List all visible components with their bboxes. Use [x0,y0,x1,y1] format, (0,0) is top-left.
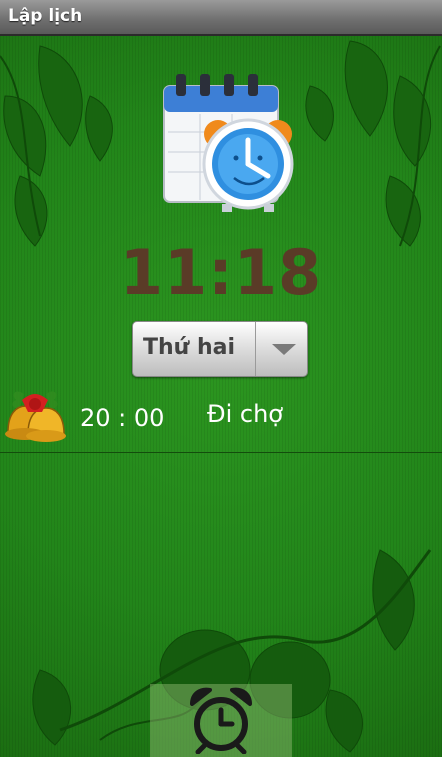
list-item[interactable]: 20 : 00 Đi chợ [0,382,442,452]
app-title: Lập lịch [8,6,83,26]
bell-icon [5,391,66,442]
day-selector-value: Thứ hai [143,335,236,360]
alarm-clock-icon [190,687,252,754]
alarm-label: Đi chợ [207,400,283,428]
day-selector-divider [255,322,256,376]
add-alarm-button[interactable] [150,684,292,757]
dropdown-arrow-icon [272,344,296,355]
current-time: 11:18 [119,236,323,309]
list-divider [0,452,442,453]
title-bar: Lập lịch [0,0,442,36]
alarm-time: 20 : 00 [80,404,165,432]
calendar-alarm-icon [163,74,294,212]
day-selector[interactable]: Thứ hai [132,321,308,377]
